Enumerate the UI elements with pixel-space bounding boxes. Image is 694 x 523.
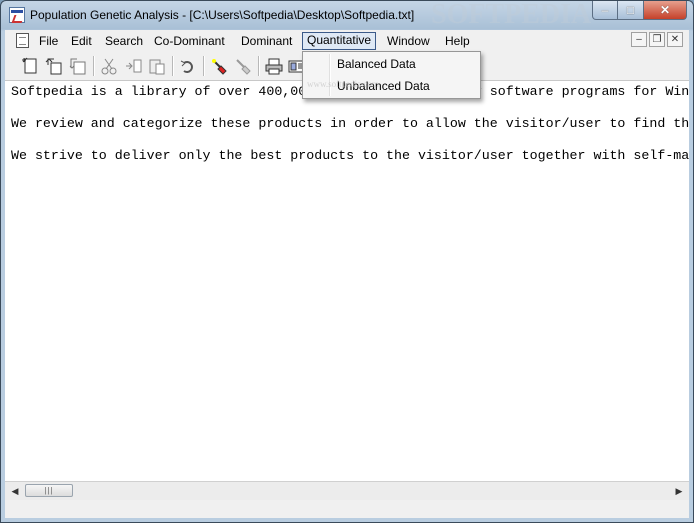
menu-dominant[interactable]: Dominant: [237, 33, 296, 49]
toolbar-separator: [93, 56, 95, 76]
scroll-left-arrow-icon[interactable]: ◀: [7, 482, 23, 500]
minimize-button[interactable]: –: [592, 1, 618, 20]
app-logo-icon[interactable]: [9, 7, 25, 23]
new-file-icon[interactable]: [19, 55, 41, 77]
window-title: Population Genetic Analysis - [C:\Users\…: [30, 8, 415, 22]
open-file-icon[interactable]: [43, 55, 65, 77]
dropdown-watermark-url: www.softpedia.com: [307, 79, 379, 89]
menu-search[interactable]: Search: [101, 33, 147, 49]
undo-icon[interactable]: [177, 55, 199, 77]
quantitative-dropdown-menu: Balanced Data Unbalanced Data www.softpe…: [302, 51, 481, 99]
minimize-icon: –: [601, 3, 609, 17]
paste-icon[interactable]: [146, 55, 168, 77]
toolbar-separator: [172, 56, 174, 76]
menu-icon-gutter: [329, 54, 331, 96]
document-icon[interactable]: [16, 33, 29, 48]
menu-window[interactable]: Window: [383, 33, 434, 49]
doc-minimize-icon[interactable]: –: [631, 32, 647, 47]
save-file-icon[interactable]: [67, 55, 89, 77]
menu-quantitative[interactable]: Quantitative: [302, 32, 377, 50]
close-button[interactable]: ✕: [644, 1, 687, 20]
maximize-button[interactable]: □: [618, 1, 644, 20]
doc-close-icon[interactable]: ✕: [667, 32, 683, 47]
editor-line: We strive to deliver only the best produ…: [11, 148, 689, 163]
scrollbar-thumb[interactable]: |||: [25, 484, 73, 497]
print-icon[interactable]: [263, 55, 285, 77]
copy-icon[interactable]: [122, 55, 144, 77]
title-watermark: SOFTPEDIA: [431, 0, 592, 30]
run-analysis-icon[interactable]: [208, 55, 230, 77]
toolbar-separator: [203, 56, 205, 76]
menu-edit[interactable]: Edit: [67, 33, 96, 49]
menu-item-balanced-data[interactable]: Balanced Data: [337, 57, 416, 71]
text-editor-area[interactable]: Softpedia is a library of over 400,000 f…: [5, 81, 689, 481]
status-bar: [5, 500, 689, 518]
application-window: Population Genetic Analysis - [C:\Users\…: [0, 0, 694, 523]
menu-help[interactable]: Help: [441, 33, 474, 49]
scroll-right-arrow-icon[interactable]: ▶: [671, 482, 687, 500]
run-analysis-alt-icon[interactable]: [232, 55, 254, 77]
menu-file[interactable]: File: [35, 33, 62, 49]
maximize-icon: □: [626, 3, 635, 17]
menu-co-dominant[interactable]: Co-Dominant: [150, 33, 229, 49]
menu-bar: File Edit Search Co-Dominant Dominant Qu…: [5, 30, 689, 53]
doc-restore-icon[interactable]: ❐: [649, 32, 665, 47]
toolbar-separator: [258, 56, 260, 76]
horizontal-scrollbar[interactable]: ◀ ||| ▶: [5, 481, 689, 500]
cut-icon[interactable]: [98, 55, 120, 77]
document-window-controls: – ❐ ✕: [631, 32, 683, 47]
title-bar[interactable]: Population Genetic Analysis - [C:\Users\…: [1, 0, 693, 30]
editor-line: We review and categorize these products …: [11, 116, 689, 131]
close-icon: ✕: [659, 3, 671, 17]
window-controls: – □ ✕: [592, 1, 687, 21]
